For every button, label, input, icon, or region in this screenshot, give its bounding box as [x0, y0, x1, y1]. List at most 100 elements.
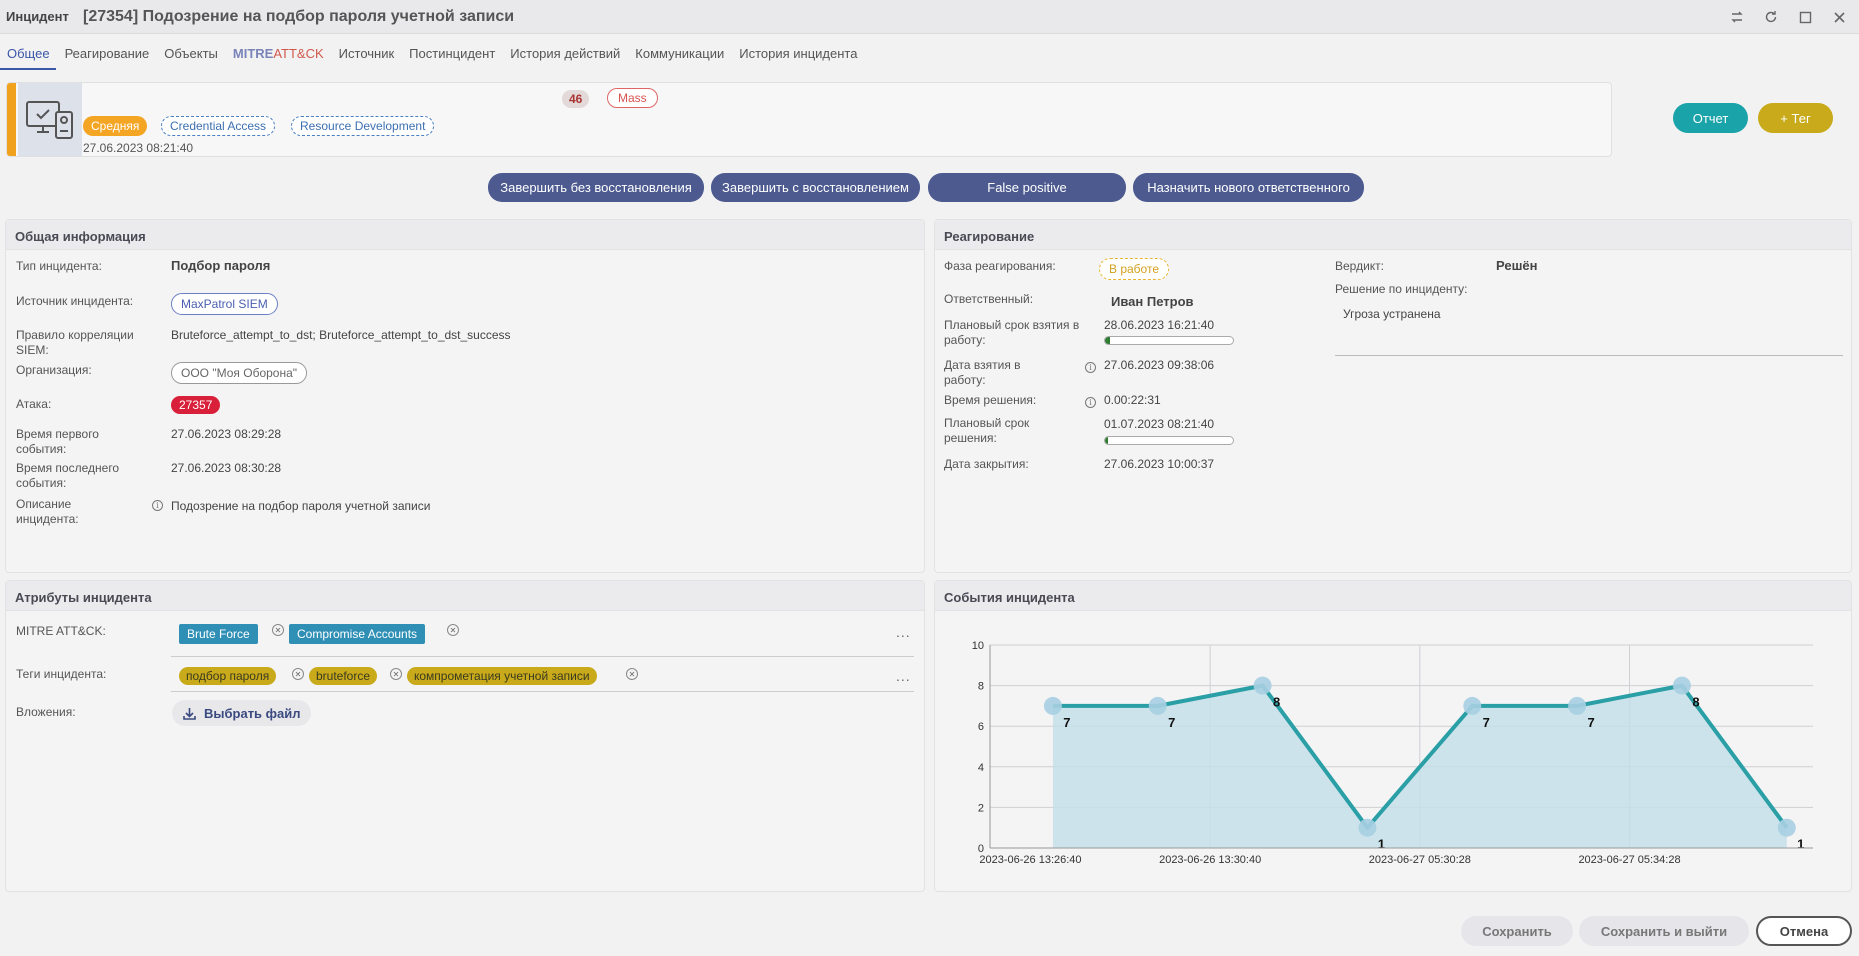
- resolution-textarea[interactable]: Угроза устранена: [1335, 303, 1843, 356]
- tactic-chip[interactable]: Resource Development: [291, 116, 435, 136]
- data-label: 7: [1483, 715, 1490, 730]
- severity-badge: Средняя: [83, 116, 148, 136]
- data-point: [1043, 696, 1062, 715]
- incident-tag[interactable]: подбор пароля: [179, 667, 277, 685]
- first-event-value: 27.06.2023 08:29:28: [171, 427, 282, 441]
- report-button[interactable]: Отчет: [1673, 103, 1748, 133]
- remove-icon[interactable]: ✕: [292, 668, 304, 680]
- panel-title: События инцидента: [935, 581, 1851, 611]
- progress-fill: [1105, 437, 1108, 444]
- verdict-value[interactable]: Решён: [1496, 258, 1538, 273]
- mitre-tag[interactable]: Compromise Accounts: [289, 624, 426, 644]
- incident-tag[interactable]: компрометация учетной записи: [407, 667, 597, 685]
- close-date-value: 27.06.2023 10:00:37: [1104, 457, 1215, 471]
- data-point: [1148, 696, 1167, 715]
- data-point: [1463, 696, 1482, 715]
- mass-badge: Mass: [607, 88, 658, 108]
- remove-icon[interactable]: ✕: [272, 624, 284, 636]
- incident-tag[interactable]: bruteforce: [309, 667, 378, 685]
- event-count-badge: 46: [562, 90, 590, 108]
- solve-time-label: Время решения:: [944, 393, 1037, 407]
- data-point: [1358, 818, 1377, 837]
- tab-communications[interactable]: Коммуникации: [628, 40, 732, 70]
- taken-value: 27.06.2023 09:38:06: [1104, 358, 1215, 372]
- data-point: [1253, 676, 1272, 695]
- save-exit-button[interactable]: Сохранить и выйти: [1579, 916, 1749, 946]
- maximize-icon[interactable]: [1795, 7, 1815, 27]
- remove-icon[interactable]: ✕: [447, 624, 459, 636]
- rule-value: Bruteforce_attempt_to_dst; Bruteforce_at…: [171, 328, 511, 342]
- data-label: 7: [1168, 715, 1175, 730]
- tab-source[interactable]: Источник: [332, 40, 403, 70]
- info-icon[interactable]: i: [152, 500, 163, 511]
- owner-label: Ответственный:: [944, 292, 1034, 306]
- remove-icon[interactable]: ✕: [390, 668, 402, 680]
- owner-value[interactable]: Иван Петров: [1111, 294, 1194, 309]
- events-chart: 02468107 7817 7812023-06-26 13:26:40 2023-0…: [972, 640, 1813, 866]
- more-icon[interactable]: ...: [896, 624, 911, 640]
- divider: [171, 691, 914, 692]
- severity-accent-bar: [7, 83, 16, 156]
- data-label: 8: [1273, 695, 1280, 710]
- data-label: 7: [1587, 715, 1594, 730]
- resolution-label: Решение по инциденту:: [1335, 282, 1468, 296]
- tab-action-history[interactable]: История действий: [503, 40, 628, 70]
- window-title: Инцидент: [6, 9, 69, 24]
- refresh-icon[interactable]: [1761, 7, 1781, 27]
- tab-objects[interactable]: Объекты: [157, 40, 226, 70]
- incident-type-icon: [18, 83, 82, 156]
- y-tick-label: 4: [978, 762, 984, 774]
- general-info-panel: Общая информация: [5, 219, 925, 573]
- planned-take-progress: [1104, 336, 1234, 345]
- info-icon[interactable]: i: [1085, 397, 1096, 408]
- mitre-tag[interactable]: Brute Force: [179, 624, 258, 644]
- tab-response[interactable]: Реагирование: [58, 40, 158, 70]
- close-with-restore-button[interactable]: Завершить с восстановлением: [711, 173, 920, 202]
- phase-chip[interactable]: В работе: [1099, 258, 1170, 280]
- incident-title: [27354] Подозрение на подбор пароля учет…: [83, 8, 515, 25]
- source-chip[interactable]: MaxPatrol SIEM: [171, 293, 278, 315]
- tactic-chip[interactable]: Credential Access: [161, 116, 276, 136]
- tags-label: Теги инцидента:: [16, 667, 107, 681]
- solve-time-value: 0.00:22:31: [1104, 393, 1161, 407]
- y-tick-label: 6: [978, 721, 984, 733]
- panel-title: Реагирование: [935, 220, 1851, 250]
- false-positive-button[interactable]: False positive: [928, 173, 1126, 202]
- progress-fill: [1105, 337, 1111, 344]
- tab-mitre-part-b: ATT&CK: [273, 46, 324, 61]
- data-point: [1568, 696, 1587, 715]
- tab-mitre[interactable]: MITREATT&CK: [226, 40, 332, 70]
- close-icon[interactable]: [1829, 7, 1849, 27]
- planned-take-label: Плановый срок взятия в работу:: [944, 318, 1080, 347]
- remove-icon[interactable]: ✕: [626, 668, 638, 680]
- attributes-panel: Атрибуты инцидента: [5, 580, 925, 892]
- assign-owner-button[interactable]: Назначить нового ответственного: [1133, 173, 1364, 202]
- y-tick-label: 10: [972, 640, 984, 652]
- tab-postincident[interactable]: Постинцидент: [402, 40, 503, 70]
- last-event-value: 27.06.2023 08:30:28: [171, 461, 282, 475]
- cancel-button[interactable]: Отмена: [1756, 916, 1852, 946]
- tab-incident-history[interactable]: История инцидента: [732, 40, 865, 70]
- window-controls: [1727, 7, 1849, 27]
- org-chip[interactable]: ООО "Моя Оборона": [171, 362, 308, 384]
- tab-general[interactable]: Общее: [0, 40, 58, 70]
- type-value: Подбор пароля: [171, 258, 271, 273]
- info-icon[interactable]: i: [1085, 362, 1096, 373]
- more-icon[interactable]: ...: [896, 668, 911, 684]
- data-label: 8: [1692, 695, 1699, 710]
- data-point: [1672, 676, 1691, 695]
- swap-icon[interactable]: [1727, 7, 1747, 27]
- x-tick-label: 2023-06-27 05:30:28: [1369, 854, 1471, 866]
- attack-chip[interactable]: 27357: [171, 396, 221, 414]
- x-tick-label: 2023-06-26 13:30:40: [1159, 854, 1261, 866]
- close-without-restore-button[interactable]: Завершить без восстановления: [488, 173, 704, 202]
- add-tag-button[interactable]: + Тег: [1758, 103, 1833, 133]
- choose-file-button[interactable]: Выбрать файл: [172, 700, 311, 726]
- description-label: Описание инцидента:: [16, 497, 79, 526]
- taken-label: Дата взятия в работу:: [944, 358, 1021, 387]
- type-label: Тип инцидента:: [16, 259, 102, 273]
- save-button[interactable]: Сохранить: [1461, 916, 1573, 946]
- incident-date: 27.06.2023 08:21:40: [83, 141, 194, 155]
- source-label: Источник инцидента:: [16, 294, 134, 308]
- upload-icon: [183, 707, 196, 720]
